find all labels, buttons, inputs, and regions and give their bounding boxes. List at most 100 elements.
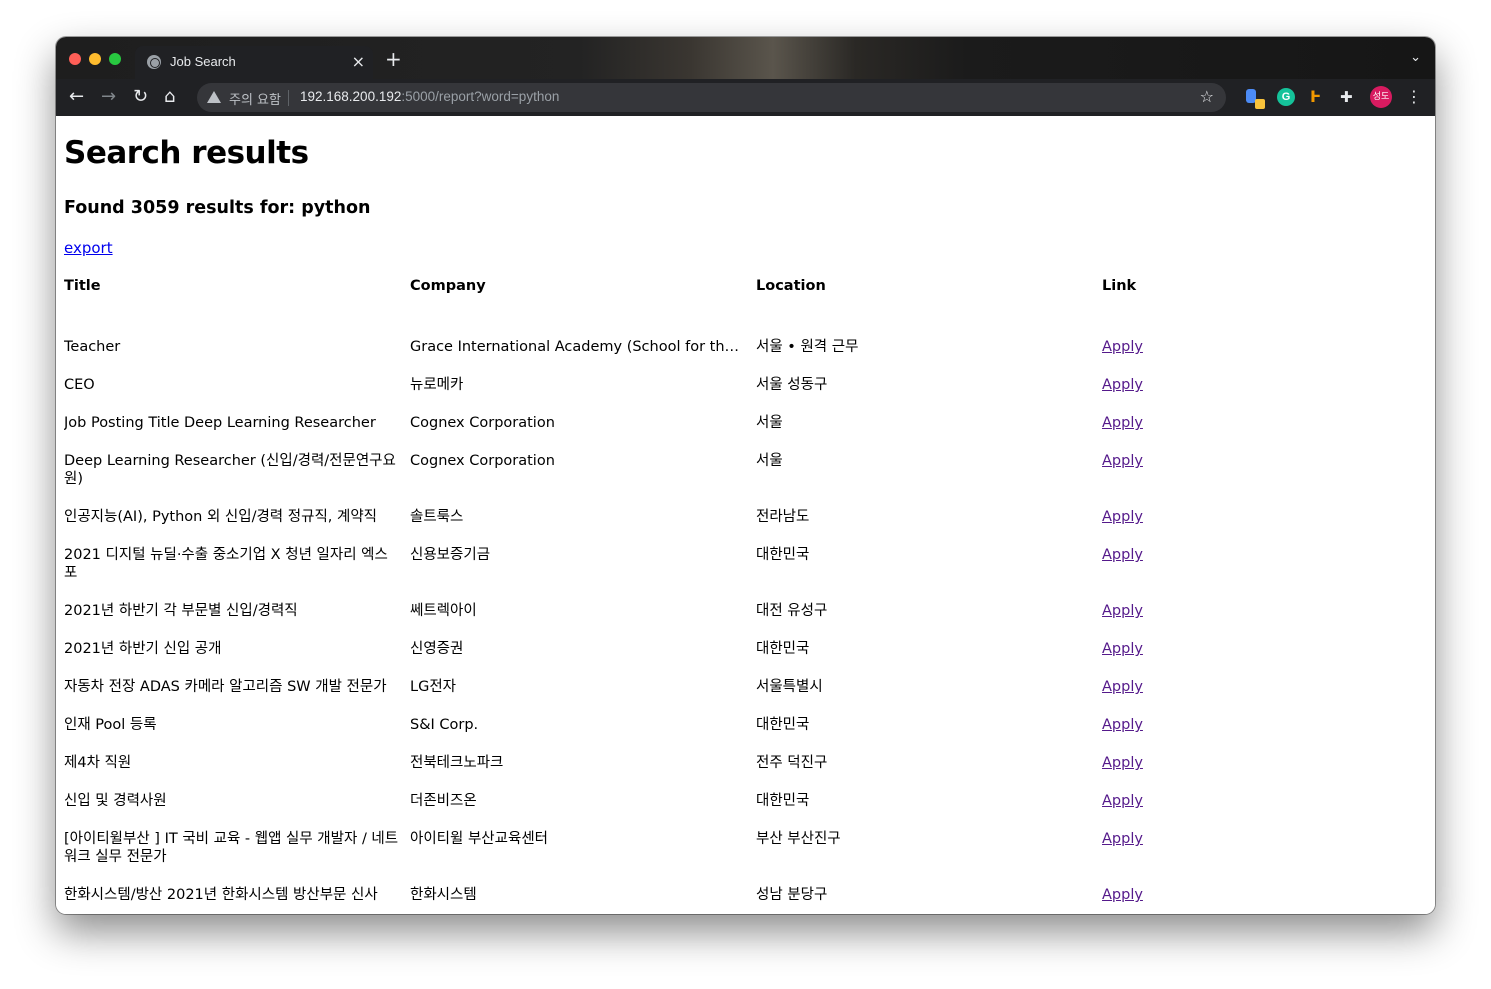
link-cell: Apply xyxy=(1102,546,1435,602)
location-cell: 서울 xyxy=(756,453,783,469)
table-row: 2021 디지털 뉴딜·수출 중소기업 X 청년 일자리 엑스포 신용보증기금 대한… xyxy=(64,546,1435,602)
url-path: :5000/report?word=python xyxy=(401,89,560,104)
apply-link[interactable]: Apply xyxy=(1102,641,1143,657)
location-cell: 전주 덕진구 xyxy=(756,755,828,771)
close-window-button[interactable] xyxy=(69,53,81,65)
apply-link[interactable]: Apply xyxy=(1102,679,1143,695)
table-row: CEO 뉴로메카 서울 성동구 Apply xyxy=(64,376,1435,414)
apply-link[interactable]: Apply xyxy=(1102,415,1143,431)
location-cell: 서울 성동구 xyxy=(756,377,828,393)
job-title-cell: 제4차 직원 xyxy=(64,755,132,771)
table-header-row: Title Company Location Link xyxy=(64,278,1435,298)
apply-link[interactable]: Apply xyxy=(1102,887,1143,903)
column-header-location: Location xyxy=(756,278,826,294)
link-cell: Apply xyxy=(1102,338,1435,376)
company-cell: 전북테크노파크 xyxy=(410,755,504,771)
tab-job-search[interactable]: Job Search × xyxy=(135,46,373,79)
location-cell: 서울 xyxy=(756,415,783,431)
apply-link[interactable]: Apply xyxy=(1102,831,1143,847)
company-cell: LG전자 xyxy=(410,679,456,695)
link-cell: Apply xyxy=(1102,508,1435,546)
page-title: Search results xyxy=(64,135,309,171)
table-row: Teacher Grace International Academy (Scho… xyxy=(64,338,1435,376)
apply-link[interactable]: Apply xyxy=(1102,509,1143,525)
forward-arrow-icon[interactable]: → xyxy=(101,85,116,109)
address-bar[interactable]: 주의 요함 192.168.200.192:5000/report?word=p… xyxy=(197,83,1226,112)
table-row: 제4차 직원 전북테크노파크 전주 덕진구 Apply xyxy=(64,754,1435,792)
column-header-company: Company xyxy=(410,278,486,294)
apply-link[interactable]: Apply xyxy=(1102,717,1143,733)
results-table: Title Company Location Link Teacher Grace… xyxy=(64,278,1435,914)
globe-icon xyxy=(147,55,161,69)
security-label[interactable]: 주의 요함 xyxy=(229,89,281,108)
bookmark-star-icon[interactable]: ☆ xyxy=(1200,87,1214,106)
zoom-window-button[interactable] xyxy=(109,53,121,65)
table-row: 2021년 하반기 각 부문별 신입/경력직 쎄트렉아이 대전 유성구 Apply xyxy=(64,602,1435,640)
apply-link[interactable]: Apply xyxy=(1102,453,1143,469)
apply-link[interactable]: Apply xyxy=(1102,547,1143,563)
tab-strip: Job Search × + ⌄ xyxy=(56,37,1435,79)
company-cell: S&I Corp. xyxy=(410,717,479,733)
table-row: 인재 Pool 등록 S&I Corp. 대한민국 Apply xyxy=(64,716,1435,754)
tab-title: Job Search xyxy=(170,54,236,69)
chevron-down-icon[interactable]: ⌄ xyxy=(1410,50,1421,65)
link-cell: Apply xyxy=(1102,678,1435,716)
warning-icon[interactable] xyxy=(207,91,221,103)
job-title-cell: 인공지능(AI), Python 외 신입/경력 정규직, 계약직 xyxy=(64,509,378,525)
company-cell: 신용보증기금 xyxy=(410,547,491,563)
link-cell: Apply xyxy=(1102,376,1435,414)
link-cell: Apply xyxy=(1102,754,1435,792)
job-title-cell: 한화시스템/방산 2021년 한화시스템 방산부문 신사 xyxy=(64,887,378,903)
minimize-window-button[interactable] xyxy=(89,53,101,65)
apply-link[interactable]: Apply xyxy=(1102,755,1143,771)
results-table-body: Teacher Grace International Academy (Scho… xyxy=(64,298,1435,914)
back-arrow-icon[interactable]: ← xyxy=(69,85,84,109)
job-title-cell: 2021년 하반기 각 부문별 신입/경력직 xyxy=(64,603,298,619)
export-link[interactable]: export xyxy=(64,239,113,257)
table-row: 인공지능(AI), Python 외 신입/경력 정규직, 계약직 솔트룩스 전라남… xyxy=(64,508,1435,546)
grammarly-icon[interactable]: G xyxy=(1277,88,1295,106)
home-icon[interactable]: ⌂ xyxy=(164,85,175,109)
apply-link[interactable]: Apply xyxy=(1102,339,1143,355)
extension-t-icon[interactable]: Ͱ xyxy=(1310,88,1328,106)
company-cell: Cognex Corporation xyxy=(410,415,555,431)
location-cell: 대한민국 xyxy=(756,547,810,563)
company-cell: Cognex Corporation xyxy=(410,453,555,469)
avatar[interactable]: 성도 xyxy=(1370,86,1392,108)
page-content: Search results Found 3059 results for: p… xyxy=(56,116,1435,914)
job-title-cell: 2021년 하반기 신입 공개 xyxy=(64,641,222,657)
location-cell: 대한민국 xyxy=(756,717,810,733)
company-cell: 신영증권 xyxy=(410,641,464,657)
browser-window: Job Search × + ⌄ ← → ↻ ⌂ 주의 요함 192.168.2… xyxy=(56,37,1435,914)
table-row: [아이티윌부산 ] IT 국비 교육 - 웹앱 실무 개발자 / 네트워크 실무… xyxy=(64,830,1435,886)
company-cell: 더존비즈온 xyxy=(410,793,477,809)
apply-link[interactable]: Apply xyxy=(1102,793,1143,809)
job-title-cell: 2021 디지털 뉴딜·수출 중소기업 X 청년 일자리 엑스포 xyxy=(64,547,388,581)
reload-icon[interactable]: ↻ xyxy=(133,85,148,109)
menu-kebab-icon[interactable]: ⋮ xyxy=(1406,85,1422,109)
job-title-cell: Deep Learning Researcher (신입/경력/전문연구요원) xyxy=(64,453,396,487)
location-cell: 대전 유성구 xyxy=(756,603,828,619)
url-text[interactable]: 192.168.200.192:5000/report?word=python xyxy=(300,89,559,104)
company-cell: Grace International Academy (School for … xyxy=(410,339,748,355)
location-cell: 대한민국 xyxy=(756,641,810,657)
column-header-link: Link xyxy=(1102,278,1137,294)
puzzle-icon[interactable]: ✚ xyxy=(1340,88,1358,106)
table-row: 신입 및 경력사원 더존비즈온 대한민국 Apply xyxy=(64,792,1435,830)
job-title-cell: [아이티윌부산 ] IT 국비 교육 - 웹앱 실무 개발자 / 네트워크 실무… xyxy=(64,831,399,865)
apply-link[interactable]: Apply xyxy=(1102,377,1143,393)
new-tab-button[interactable]: + xyxy=(385,49,402,69)
table-row: Deep Learning Researcher (신입/경력/전문연구요원) C… xyxy=(64,452,1435,508)
table-row: 2021년 하반기 신입 공개 신영증권 대한민국 Apply xyxy=(64,640,1435,678)
job-title-cell: CEO xyxy=(64,377,95,393)
divider xyxy=(288,90,289,106)
results-summary: Found 3059 results for: python xyxy=(64,198,371,218)
company-cell: 한화시스템 xyxy=(410,887,477,903)
table-row: Job Posting Title Deep Learning Research… xyxy=(64,414,1435,452)
link-cell: Apply xyxy=(1102,886,1435,914)
url-host: 192.168.200.192 xyxy=(300,89,402,104)
apply-link[interactable]: Apply xyxy=(1102,603,1143,619)
close-tab-icon[interactable]: × xyxy=(352,52,365,71)
location-cell: 서울특별시 xyxy=(756,679,823,695)
link-cell: Apply xyxy=(1102,830,1435,886)
